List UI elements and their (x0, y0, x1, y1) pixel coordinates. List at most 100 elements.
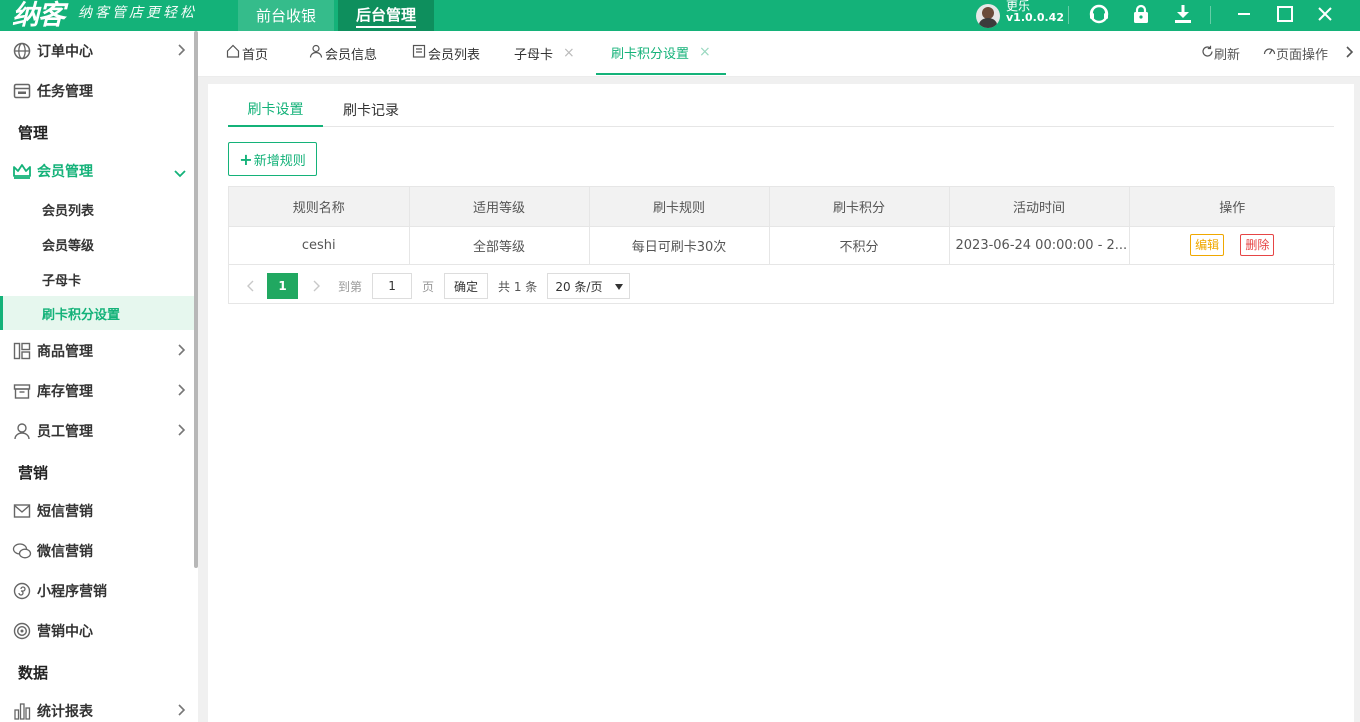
delete-button[interactable]: 删除 (1240, 234, 1275, 256)
mail-icon (12, 501, 32, 521)
edit-button[interactable]: 编辑 (1190, 234, 1225, 256)
sidebar-item-sms-marketing[interactable]: 短信营销 (0, 491, 194, 531)
user-name: 更乐 (1006, 0, 1031, 13)
sidebar-item-staff[interactable]: 员工管理 (0, 411, 194, 451)
download-icon[interactable] (1169, 0, 1197, 28)
sidebar-item-reports[interactable]: 统计报表 (0, 691, 194, 722)
sidebar-item-inventory[interactable]: 库存管理 (0, 371, 194, 411)
page-size-select[interactable]: 20 条/页 (547, 273, 631, 299)
sidebar-item-label: 短信营销 (37, 504, 93, 520)
chevron-right-icon (178, 344, 186, 360)
chevron-right-icon[interactable] (1346, 46, 1354, 58)
app-version: v1.0.0.42 (1006, 10, 1064, 24)
sidebar-sub-linked-cards[interactable]: 子母卡 (0, 262, 194, 296)
lock-icon[interactable] (1127, 0, 1155, 28)
refresh-button[interactable]: 刷新 (1201, 44, 1240, 63)
caret-down-icon (615, 279, 624, 293)
sidebar-item-orders[interactable]: 订单中心 (0, 31, 194, 71)
next-page-icon[interactable] (304, 273, 330, 299)
rules-table: 规则名称 适用等级 刷卡规则 刷卡积分 活动时间 操作 ceshi 全部等级 每… (228, 186, 1335, 305)
goto-confirm-button[interactable]: 确定 (444, 273, 489, 299)
top-bar: 纳客 纳客管店更轻松 前台收银 后台管理 更乐 v1.0.0.42 (0, 0, 1360, 31)
goto-label: 到第 (338, 279, 363, 294)
support-icon[interactable] (1085, 0, 1113, 28)
settings-subtabs: 刷卡设置 刷卡记录 (228, 92, 1334, 127)
sidebar-item-marketing-center[interactable]: 营销中心 (0, 611, 194, 651)
tab-member-list[interactable]: 会员列表 (412, 31, 480, 75)
nav-backend-admin[interactable]: 后台管理 (338, 0, 435, 31)
main-panel: 刷卡设置 刷卡记录 + 新增规则 规则名称 适用等级 刷卡规则 刷卡积分 活动时… (208, 84, 1354, 722)
subtab-card-records[interactable]: 刷卡记录 (343, 92, 399, 127)
sidebar-item-label: 微信营销 (37, 544, 93, 560)
column-header: 规则名称 (229, 187, 410, 227)
user-icon (12, 421, 32, 441)
add-rule-button[interactable]: + 新增规则 (228, 142, 317, 176)
plus-icon: + (239, 149, 253, 169)
level-cell: 全部等级 (409, 226, 590, 265)
tab-member-info[interactable]: 会员信息 (309, 31, 377, 75)
sidebar-scrollbar[interactable] (194, 31, 198, 568)
sidebar-item-miniapp-marketing[interactable]: 小程序营销 (0, 571, 194, 611)
close-icon[interactable]: × (699, 44, 711, 60)
top-nav: 前台收银 后台管理 (238, 0, 438, 31)
chevron-right-icon (178, 44, 186, 60)
sidebar-item-label: 商品管理 (37, 344, 93, 360)
total-count: 共 1 条 (498, 279, 538, 294)
sidebar-sub-card-points-settings[interactable]: 刷卡积分设置 (0, 296, 194, 330)
tab-label: 刷卡积分设置 (611, 46, 690, 62)
sidebar-group-manage: 管理 (18, 124, 49, 142)
table-row: ceshi 全部等级 每日可刷卡30次 不积分 2023-06-24 00:00… (229, 226, 1335, 265)
chart-icon (12, 701, 32, 721)
sidebar-item-label: 任务管理 (37, 84, 93, 100)
page-operations-button[interactable]: 页面操作 (1263, 44, 1328, 63)
divider (1210, 6, 1211, 24)
sidebar-item-products[interactable]: 商品管理 (0, 331, 194, 371)
sidebar-group-data: 数据 (18, 664, 49, 682)
prev-page-icon[interactable] (237, 273, 263, 299)
close-icon[interactable] (1311, 0, 1339, 28)
column-header: 刷卡积分 (769, 187, 950, 227)
maximize-icon[interactable] (1271, 0, 1299, 28)
subtab-card-settings[interactable]: 刷卡设置 (228, 92, 323, 127)
sidebar-item-tasks[interactable]: 任务管理 (0, 71, 194, 111)
column-header: 适用等级 (409, 187, 590, 227)
logo-slogan: 纳客管店更轻松 (78, 5, 197, 21)
sidebar-item-label: 库存管理 (37, 384, 93, 400)
table-header: 规则名称 适用等级 刷卡规则 刷卡积分 活动时间 操作 (229, 187, 1335, 227)
page-number-current[interactable]: 1 (267, 273, 298, 299)
product-icon (12, 341, 32, 361)
rule-name-cell: ceshi (229, 226, 410, 265)
nav-front-cashier[interactable]: 前台收银 (238, 0, 335, 31)
tab-home[interactable]: 首页 (226, 31, 268, 75)
logo-text: 纳客 (12, 0, 65, 31)
avatar[interactable] (976, 3, 1000, 28)
tab-label: 会员信息 (325, 47, 378, 63)
inventory-icon (12, 381, 32, 401)
sidebar-item-members[interactable]: 会员管理 (0, 151, 194, 191)
sidebar-item-label: 订单中心 (37, 44, 93, 60)
time-cell: 2023-06-24 00:00:00 - 2... (949, 226, 1130, 265)
minimize-icon[interactable] (1230, 0, 1258, 28)
chevron-right-icon (178, 704, 186, 720)
refresh-icon (1201, 45, 1214, 62)
wechat-icon (12, 541, 32, 561)
sidebar-item-label: 会员管理 (37, 164, 93, 180)
goto-page-input[interactable] (372, 273, 413, 299)
actions-cell: 编辑 删除 (1129, 226, 1335, 265)
pagination: 1 到第 页 确定 共 1 条 20 条/页 (229, 267, 1333, 305)
tab-linked-cards[interactable]: 子母卡 × (514, 31, 575, 75)
sidebar-sub-member-levels[interactable]: 会员等级 (0, 227, 194, 261)
sidebar-item-label: 小程序营销 (37, 584, 107, 600)
user-menu[interactable]: 更乐 v1.0.0.42 (976, 0, 1064, 31)
crown-icon (12, 161, 32, 181)
app-logo: 纳客 纳客管店更轻松 (12, 0, 197, 31)
tab-card-points-settings[interactable]: 刷卡积分设置 × (596, 31, 726, 75)
page-suffix: 页 (422, 279, 435, 294)
page-ops-icon (1263, 45, 1276, 62)
sidebar-sub-member-list[interactable]: 会员列表 (0, 192, 194, 226)
sidebar-item-wechat-marketing[interactable]: 微信营销 (0, 531, 194, 571)
home-icon (226, 44, 240, 62)
target-icon (12, 621, 32, 641)
sidebar: 订单中心 任务管理 管理 会员管理 会员列表 会员等级 子母卡 刷卡积分设置 商… (0, 31, 198, 722)
close-icon[interactable]: × (563, 45, 575, 61)
